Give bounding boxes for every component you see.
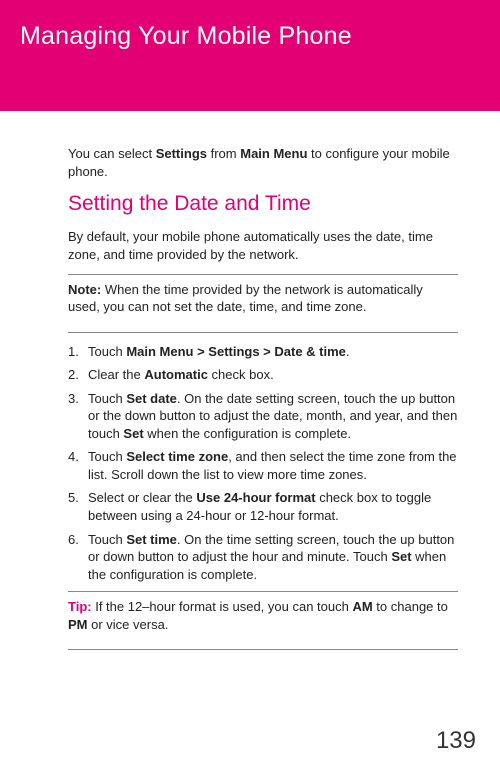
text: check box. xyxy=(208,367,274,382)
bold-set-date: Set date xyxy=(126,391,177,406)
content-area: You can select Settings from Main Menu t… xyxy=(0,111,500,650)
text: Touch xyxy=(88,449,126,464)
list-item: Touch Main Menu > Settings > Date & time… xyxy=(68,343,458,361)
text: If the 12–hour format is used, you can t… xyxy=(95,599,352,614)
bold-set: Set xyxy=(123,426,143,441)
tip-block: Tip: If the 12–hour format is used, you … xyxy=(68,591,458,650)
bold-am: AM xyxy=(352,599,372,614)
page-number: 139 xyxy=(436,727,476,755)
list-item: Clear the Automatic check box. xyxy=(68,366,458,384)
steps-list: Touch Main Menu > Settings > Date & time… xyxy=(68,343,458,584)
page: Managing Your Mobile Phone You can selec… xyxy=(0,0,500,769)
note-block: Note: When the time provided by the netw… xyxy=(68,274,458,333)
intro-paragraph: You can select Settings from Main Menu t… xyxy=(68,145,458,180)
text: or vice versa. xyxy=(88,617,169,632)
bold-set: Set xyxy=(391,549,411,564)
list-item: Select or clear the Use 24-hour format c… xyxy=(68,489,458,524)
note-paragraph: Note: When the time provided by the netw… xyxy=(68,281,458,316)
bold-pm: PM xyxy=(68,617,88,632)
list-item: Touch Set time. On the time setting scre… xyxy=(68,531,458,584)
bold-main-menu: Main Menu xyxy=(240,146,307,161)
default-text: By default, your mobile phone automatica… xyxy=(68,228,458,263)
text: Touch xyxy=(88,532,126,547)
chapter-title: Managing Your Mobile Phone xyxy=(20,22,480,51)
list-item: Touch Set date. On the date setting scre… xyxy=(68,390,458,443)
text: when the configuration is complete. xyxy=(144,426,351,441)
text: from xyxy=(207,146,240,161)
text: Clear the xyxy=(88,367,144,382)
section-heading: Setting the Date and Time xyxy=(68,190,458,218)
bold-path: Main Menu > Settings > Date & time xyxy=(126,344,346,359)
text: Touch xyxy=(88,344,126,359)
list-item: Touch Select time zone, and then select … xyxy=(68,448,458,483)
note-text: When the time provided by the network is… xyxy=(68,282,423,315)
text: Touch xyxy=(88,391,126,406)
bold-set-time: Set time xyxy=(126,532,177,547)
bold-automatic: Automatic xyxy=(144,367,208,382)
text: You can select xyxy=(68,146,156,161)
tip-label: Tip: xyxy=(68,599,95,614)
tip-paragraph: Tip: If the 12–hour format is used, you … xyxy=(68,598,458,633)
text: to change to xyxy=(373,599,448,614)
note-label: Note: xyxy=(68,282,105,297)
chapter-banner: Managing Your Mobile Phone xyxy=(0,0,500,111)
bold-select-time-zone: Select time zone xyxy=(126,449,228,464)
bold-24h-format: Use 24-hour format xyxy=(196,490,315,505)
text: Select or clear the xyxy=(88,490,196,505)
bold-settings: Settings xyxy=(156,146,207,161)
text: . xyxy=(346,344,350,359)
